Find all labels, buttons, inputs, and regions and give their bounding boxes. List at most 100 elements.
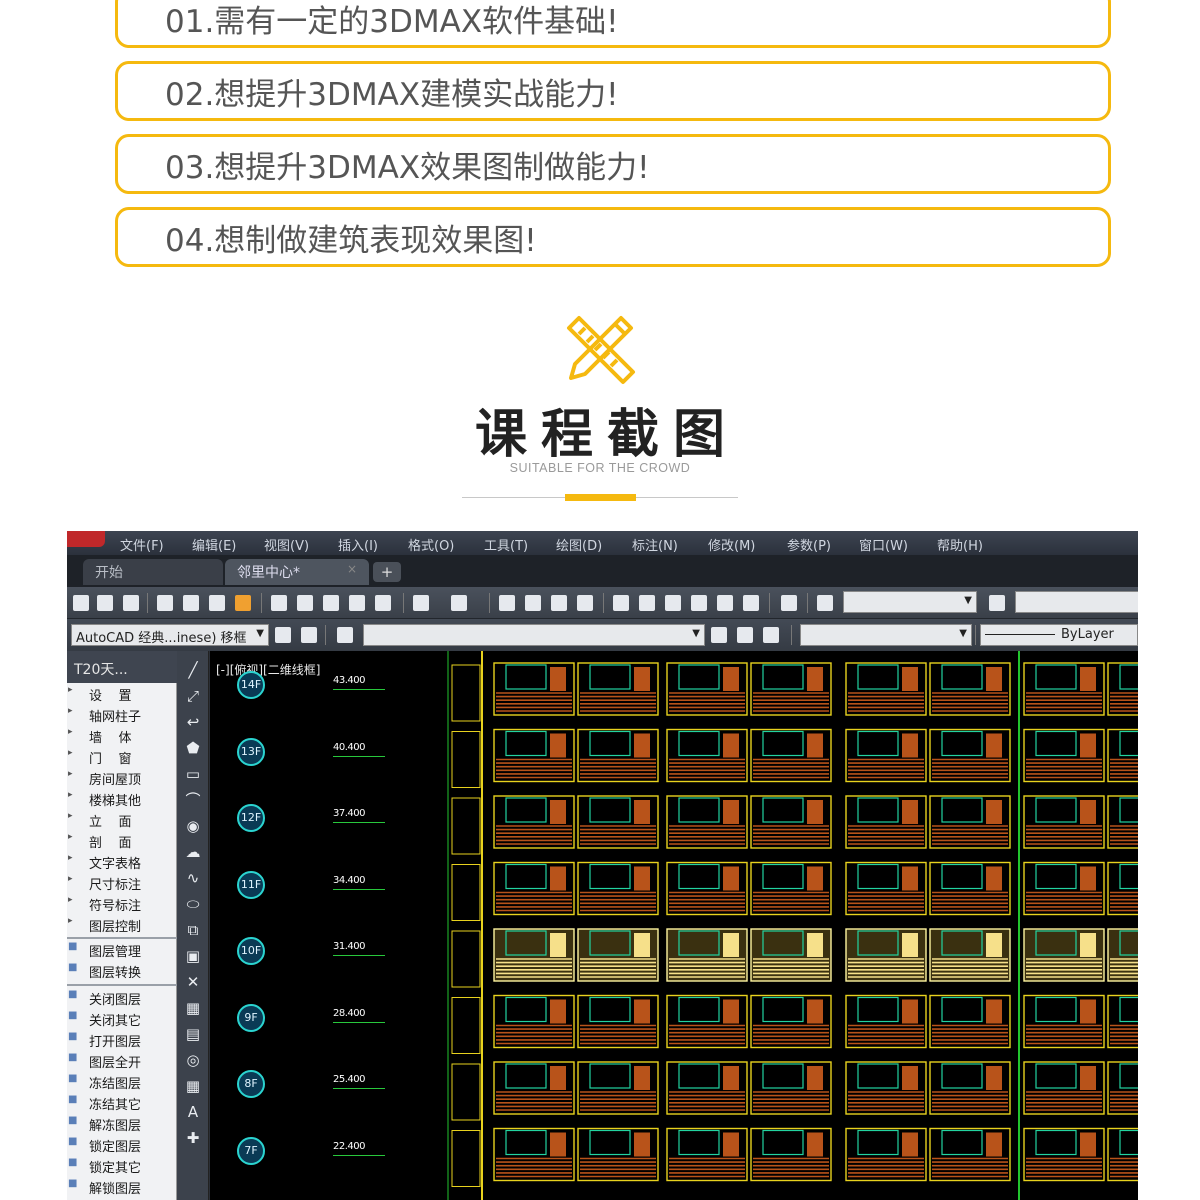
save-icon[interactable]	[123, 595, 139, 611]
tab-start[interactable]: 开始	[83, 559, 223, 585]
ellipse-icon[interactable]: ⬭	[184, 895, 202, 913]
help-icon[interactable]	[781, 595, 797, 611]
block-editor-icon[interactable]	[375, 595, 391, 611]
make-current-layer-icon[interactable]	[711, 627, 727, 643]
zoom-window-icon[interactable]	[551, 595, 567, 611]
panel-item[interactable]: 图层转换	[67, 962, 177, 982]
panel-item[interactable]: 锁定其它	[67, 1157, 177, 1177]
tool-palette-icon[interactable]	[665, 595, 681, 611]
workspace-toggle-icon[interactable]	[301, 627, 317, 643]
linetype-select[interactable]: ByLayer	[980, 624, 1138, 646]
panel-item[interactable]: 图层管理	[67, 941, 177, 961]
copy-icon[interactable]	[297, 595, 313, 611]
menu-item-modify[interactable]: 修改(M)	[708, 535, 755, 554]
panel-item[interactable]: 冻结其它	[67, 1094, 177, 1114]
gear-icon[interactable]	[275, 627, 291, 643]
zoom-realtime-icon[interactable]	[525, 595, 541, 611]
tab-document[interactable]: 邻里中心* ×	[225, 559, 369, 585]
pan-icon[interactable]	[499, 595, 515, 611]
properties-icon[interactable]	[613, 595, 629, 611]
polygon-icon[interactable]: ⬟	[184, 739, 202, 757]
text-style-select[interactable]: ▼	[843, 591, 977, 613]
panel-item[interactable]: 轴网柱子	[67, 706, 177, 726]
panel-item[interactable]: 剖 面	[67, 832, 177, 852]
print-preview-icon[interactable]	[183, 595, 199, 611]
dim-style-select[interactable]	[1015, 591, 1138, 613]
calculator-icon[interactable]	[743, 595, 759, 611]
panel-item[interactable]: 文字表格	[67, 853, 177, 873]
markup-icon[interactable]	[717, 595, 733, 611]
color-select[interactable]: ▼	[800, 624, 972, 646]
panel-item[interactable]: 门 窗	[67, 748, 177, 768]
panel-item[interactable]: 关闭其它	[67, 1010, 177, 1030]
panel-item[interactable]: 墙 体	[67, 727, 177, 747]
panel-item[interactable]: 设 置	[67, 685, 177, 705]
rectangle-icon[interactable]: ▭	[184, 765, 202, 783]
drawing-canvas[interactable]: [-][俯视][二维线框] 14F 43.400 13F 40.400 12F 37.40…	[210, 651, 1138, 1200]
menu-item-tools[interactable]: 工具(T)	[484, 535, 528, 554]
menu-item-view[interactable]: 视图(V)	[264, 535, 309, 554]
panel-item[interactable]: 锁定图层	[67, 1136, 177, 1156]
panel-item[interactable]: 尺寸标注	[67, 874, 177, 894]
table-icon[interactable]: ▦	[184, 1077, 202, 1095]
panel-item[interactable]: 冻结图层	[67, 1073, 177, 1093]
polyline-icon[interactable]: ↩	[184, 713, 202, 731]
add-selected-icon[interactable]: ✚	[184, 1129, 202, 1147]
undo-icon[interactable]	[413, 595, 429, 611]
make-block-icon[interactable]: ▣	[184, 947, 202, 965]
panel-item[interactable]: 打开图层	[67, 1031, 177, 1051]
cut-icon[interactable]	[271, 595, 287, 611]
panel-item[interactable]: 图层全开	[67, 1052, 177, 1072]
insert-block-icon[interactable]: ⧉	[184, 921, 202, 939]
redo-icon[interactable]	[451, 595, 467, 611]
panel-item[interactable]: 图层控制	[67, 916, 177, 936]
line-icon[interactable]: ╱	[184, 661, 202, 679]
panel-item[interactable]: 关闭图层	[67, 989, 177, 1009]
zoom-previous-icon[interactable]	[577, 595, 593, 611]
panel-item[interactable]: 楼梯其他	[67, 790, 177, 810]
menu-item-insert[interactable]: 插入(I)	[338, 535, 378, 554]
point-icon[interactable]: ✕	[184, 973, 202, 991]
menu-item-file[interactable]: 文件(F)	[120, 535, 164, 554]
workspace-select[interactable]: AutoCAD 经典...inese) 移框 ▼	[71, 624, 269, 646]
panel-item[interactable]: 立 面	[67, 811, 177, 831]
layer-state-icon[interactable]	[763, 627, 779, 643]
panel-item[interactable]: 解冻图层	[67, 1115, 177, 1135]
sheet-set-icon[interactable]	[691, 595, 707, 611]
open-file-icon[interactable]	[97, 595, 113, 611]
hatch-icon[interactable]: ▦	[184, 999, 202, 1017]
menu-item-parameter[interactable]: 参数(P)	[787, 535, 831, 554]
stair-window	[451, 664, 481, 722]
text-style-icon[interactable]	[817, 595, 833, 611]
menu-item-draw[interactable]: 绘图(D)	[556, 535, 602, 554]
dim-style-icon[interactable]	[989, 595, 1005, 611]
panel-item[interactable]: 房间屋顶	[67, 769, 177, 789]
menu-item-dimension[interactable]: 标注(N)	[632, 535, 678, 554]
menu-item-edit[interactable]: 编辑(E)	[192, 535, 236, 554]
panel-item[interactable]: 符号标注	[67, 895, 177, 915]
spline-icon[interactable]: ∿	[184, 869, 202, 887]
revision-cloud-icon[interactable]: ☁	[184, 843, 202, 861]
close-icon[interactable]: ×	[347, 562, 357, 576]
gradient-icon[interactable]: ▤	[184, 1025, 202, 1043]
menu-item-help[interactable]: 帮助(H)	[937, 535, 983, 554]
print-icon[interactable]	[157, 595, 173, 611]
circle-icon[interactable]: ◉	[184, 817, 202, 835]
design-center-icon[interactable]	[639, 595, 655, 611]
layer-previous-icon[interactable]	[737, 627, 753, 643]
region-icon[interactable]: ◎	[184, 1051, 202, 1069]
paste-icon[interactable]	[323, 595, 339, 611]
publish-icon[interactable]	[209, 595, 225, 611]
construction-line-icon[interactable]: ⤢	[184, 687, 202, 705]
arc-icon[interactable]: ⌒	[184, 791, 202, 809]
menu-item-window[interactable]: 窗口(W)	[859, 535, 908, 554]
new-file-icon[interactable]	[73, 595, 89, 611]
render-icon[interactable]	[235, 595, 251, 611]
multiline-text-icon[interactable]: A	[184, 1103, 202, 1121]
layer-properties-icon[interactable]	[337, 627, 353, 643]
layer-select[interactable]: ▼	[363, 624, 705, 646]
add-tab-button[interactable]: +	[373, 562, 401, 582]
panel-item[interactable]: 解锁图层	[67, 1178, 177, 1198]
menu-item-format[interactable]: 格式(O)	[408, 535, 454, 554]
match-properties-icon[interactable]	[349, 595, 365, 611]
